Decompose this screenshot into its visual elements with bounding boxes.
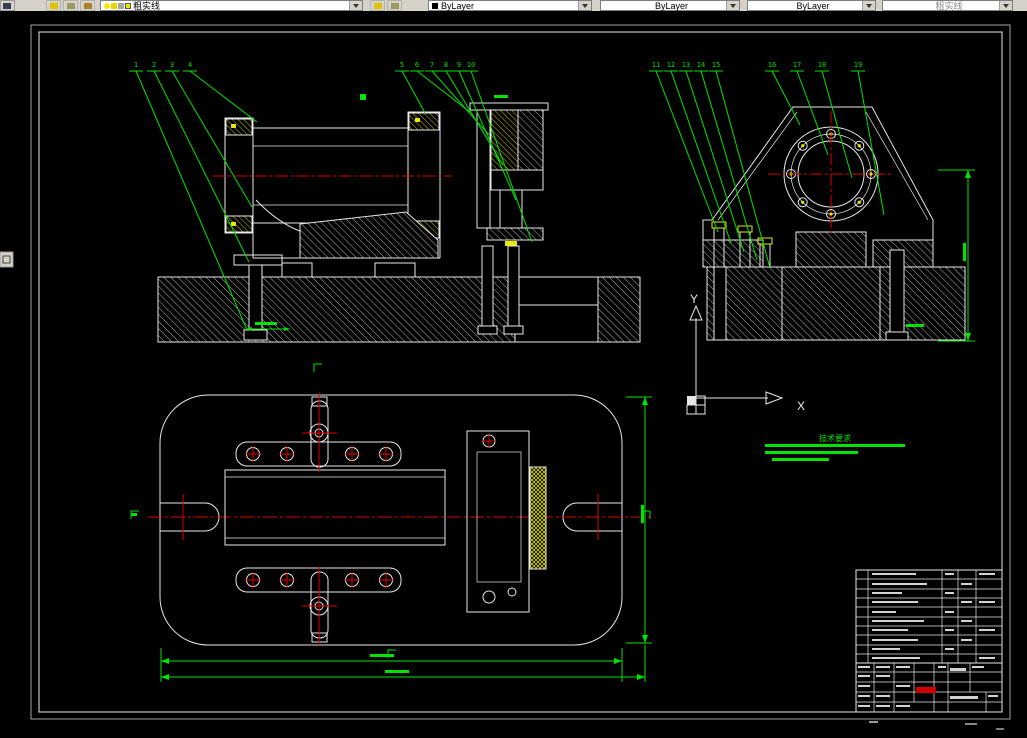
toolbar-grip-icon[interactable] <box>0 0 15 11</box>
layer-color-swatch <box>125 2 131 9</box>
svg-text:5: 5 <box>400 61 404 69</box>
lineweight-control-arrow-icon[interactable] <box>862 1 875 10</box>
svg-text:1: 1 <box>134 61 138 69</box>
layer-on-icon <box>104 2 110 9</box>
svg-text:7: 7 <box>430 61 434 69</box>
color-control-arrow-icon[interactable] <box>578 1 591 10</box>
layer-manager-icon[interactable] <box>46 0 61 11</box>
layer-previous-button-icon[interactable] <box>387 0 402 11</box>
svg-text:19: 19 <box>854 61 862 69</box>
svg-text:17: 17 <box>793 61 801 69</box>
make-object-layer-icon[interactable] <box>370 0 385 11</box>
ucs-y-label: Y <box>690 292 698 306</box>
plot-style-control-value: 粗实线 <box>935 0 963 11</box>
svg-text:12: 12 <box>667 61 675 69</box>
svg-text:13: 13 <box>682 61 690 69</box>
svg-text:4: 4 <box>188 61 192 69</box>
revision-mark <box>916 687 936 693</box>
notes-heading: 技术要求 <box>819 433 851 443</box>
layer-previous-icon[interactable] <box>80 0 95 11</box>
object-properties-toolbar: 粗实线 ByLayer ByLayer ByLayer 粗实线 <box>0 0 1027 11</box>
layer-freeze-icon <box>111 2 117 9</box>
drawing-canvas[interactable]: 1 2 3 4 5 6 7 8 9 10 11 12 13 14 15 16 1… <box>0 11 1027 738</box>
svg-text:16: 16 <box>768 61 776 69</box>
svg-text:9: 9 <box>457 61 461 69</box>
linetype-control-dropdown[interactable]: ByLayer <box>600 0 740 11</box>
linetype-control-arrow-icon[interactable] <box>726 1 739 10</box>
lineweight-control-dropdown[interactable]: ByLayer <box>747 0 876 11</box>
layer-states-icon[interactable] <box>63 0 78 11</box>
color-control-value: ByLayer <box>441 0 475 11</box>
grip-marker <box>360 94 366 100</box>
svg-text:11: 11 <box>652 61 660 69</box>
docked-toolbar-icon[interactable] <box>0 251 14 268</box>
svg-text:2: 2 <box>152 61 156 69</box>
plot-style-control-arrow-icon[interactable] <box>999 1 1012 10</box>
svg-text:3: 3 <box>170 61 174 69</box>
layer-control-value: 粗实线 <box>133 0 161 11</box>
svg-text:6: 6 <box>415 61 419 69</box>
ucs-x-label: X <box>797 399 805 413</box>
svg-text:18: 18 <box>818 61 826 69</box>
svg-text:15: 15 <box>712 61 720 69</box>
svg-text:14: 14 <box>697 61 705 69</box>
layer-control-dropdown[interactable]: 粗实线 <box>100 0 363 11</box>
plot-style-control-dropdown[interactable]: 粗实线 <box>882 0 1013 11</box>
svg-text:8: 8 <box>444 61 448 69</box>
svg-text:10: 10 <box>467 61 475 69</box>
layer-lock-icon <box>118 2 124 9</box>
lineweight-control-value: ByLayer <box>796 0 830 11</box>
layer-control-arrow-icon[interactable] <box>349 1 362 10</box>
color-control-dropdown[interactable]: ByLayer <box>428 0 592 11</box>
linetype-control-value: ByLayer <box>654 0 689 11</box>
color-swatch <box>432 2 438 9</box>
